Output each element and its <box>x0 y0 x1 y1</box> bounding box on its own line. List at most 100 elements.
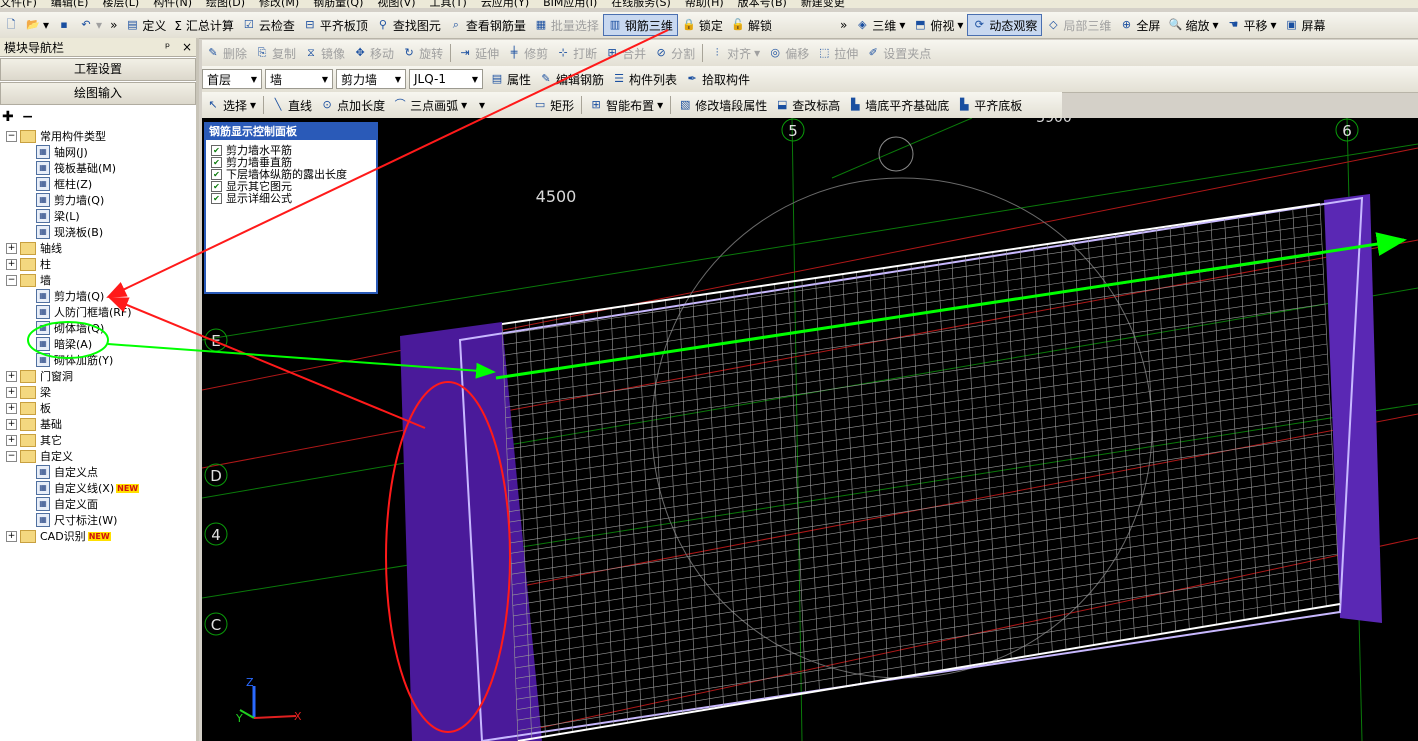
cloud-check-button[interactable]: ☑ 云检查 <box>238 15 299 35</box>
pan-button[interactable]: ☚ 平移 ▾ <box>1222 15 1280 35</box>
copy-button[interactable]: ⎘ 复制 <box>251 43 300 63</box>
extend-button[interactable]: ⇥ 延伸 <box>454 43 503 63</box>
checkbox[interactable]: ✔ <box>211 180 222 192</box>
tree-node[interactable]: ▦ 现浇板(B) <box>36 224 103 240</box>
point-length-button[interactable]: ⊙ 点加长度 <box>316 95 389 115</box>
checkbox[interactable]: ✔ <box>211 168 222 180</box>
lock-button[interactable]: 🔒 锁定 <box>678 15 727 35</box>
flush-bottom-button[interactable]: ▙ 平齐底板 <box>953 95 1026 115</box>
expand-icon[interactable]: + <box>6 242 17 254</box>
smart-layout-button[interactable]: ⊞ 智能布置 ▾ <box>585 95 667 115</box>
modify-elevation-button[interactable]: ⬓ 查改标高 <box>771 95 844 115</box>
menu-item[interactable]: 构件(N) <box>153 0 192 8</box>
collapse-icon[interactable]: − <box>6 274 17 286</box>
toolbar-overflow[interactable]: » <box>106 15 121 35</box>
tree-node[interactable]: ▦ 砌体加筋(Y) <box>36 352 113 368</box>
line-button[interactable]: ╲ 直线 <box>267 95 316 115</box>
menu-item[interactable]: 帮助(H) <box>685 0 724 8</box>
drawing-input-button[interactable]: 绘图输入 <box>0 82 196 105</box>
pin-icon[interactable]: ᵖ <box>165 40 170 54</box>
edit-rebar-button[interactable]: ✎ 编辑钢筋 <box>535 69 608 89</box>
menu-item[interactable]: 在线服务(S) <box>611 0 671 8</box>
name-select[interactable]: JLQ-1 ▼ <box>409 69 483 89</box>
wall-base-button[interactable]: ▙ 墙底平齐基础底 <box>844 95 953 115</box>
select-button[interactable]: ↖ 选择 ▾ <box>202 95 260 115</box>
tree-node[interactable]: ▦ 自定义线(X) NEW <box>36 480 140 496</box>
checkbox[interactable]: ✔ <box>211 156 222 168</box>
modify-segment-button[interactable]: ▧ 修改墙段属性 <box>674 95 771 115</box>
flush-top-button[interactable]: ⊟ 平齐板顶 <box>299 15 372 35</box>
menu-item[interactable]: 文件(F) <box>0 0 37 8</box>
rectangle-button[interactable]: ▭ 矩形 <box>529 95 578 115</box>
define-button[interactable]: ▤ 定义 <box>121 15 170 35</box>
type-select[interactable]: 剪力墙 ▼ <box>336 69 406 89</box>
expand-icon[interactable]: + <box>6 386 17 398</box>
viewport-canvas[interactable]: 5 6 E D 4 C 4500 3900 Z X Y <box>202 118 1418 741</box>
tree-node[interactable]: ▦ 自定义点 <box>36 464 98 480</box>
3d-viewport[interactable]: 5 6 E D 4 C 4500 3900 Z X Y <box>202 118 1418 741</box>
menu-item[interactable]: 版本号(B) <box>738 0 787 8</box>
tree-node[interactable]: − 自定义 <box>6 448 73 464</box>
mirror-button[interactable]: ⧖ 镜像 <box>300 43 349 63</box>
open-button[interactable]: 📂 ▾ <box>22 15 53 35</box>
menu-item[interactable]: 修改(M) <box>259 0 299 8</box>
arc-option-dropdown[interactable]: ▾ <box>471 95 529 115</box>
tree-node[interactable]: ▦ 梁(L) <box>36 208 80 224</box>
fullscreen-button[interactable]: ⊕ 全屏 <box>1115 15 1164 35</box>
expand-icon[interactable]: + <box>6 370 17 382</box>
batch-select-button[interactable]: ▦ 批量选择 <box>530 15 603 35</box>
expand-icon[interactable]: + <box>6 418 17 430</box>
split-button[interactable]: ⊘ 分割 <box>650 43 699 63</box>
expand-icon[interactable]: + <box>6 530 17 542</box>
expand-icon[interactable]: + <box>6 434 17 446</box>
move-button[interactable]: ✥ 移动 <box>349 43 398 63</box>
tree-node[interactable]: − 常用构件类型 <box>6 128 106 144</box>
tree-node[interactable]: ▦ 尺寸标注(W) <box>36 512 117 528</box>
save-button[interactable]: ▪ <box>53 15 75 35</box>
project-settings-button[interactable]: 工程设置 <box>0 58 196 81</box>
menu-item[interactable]: BIM应用(I) <box>543 0 597 8</box>
component-list-button[interactable]: ☰ 构件列表 <box>608 69 681 89</box>
tree-node[interactable]: + 基础 <box>6 416 62 432</box>
stretch-button[interactable]: ⬚ 拉伸 <box>813 43 862 63</box>
tree-node[interactable]: ▦ 剪力墙(Q) <box>36 288 104 304</box>
offset-button[interactable]: ◎ 偏移 <box>764 43 813 63</box>
menu-item[interactable]: 视图(V) <box>377 0 415 8</box>
collapse-all-icon[interactable]: − <box>22 109 34 125</box>
menu-item[interactable]: 钢筋量(Q) <box>313 0 363 8</box>
properties-button[interactable]: ▤ 属性 <box>486 69 535 89</box>
toolbar-overflow-2[interactable]: » <box>836 15 851 35</box>
delete-button[interactable]: ✎ 删除 <box>202 43 251 63</box>
checkbox[interactable]: ✔ <box>211 192 222 204</box>
unlock-button[interactable]: 🔓 解锁 <box>727 15 776 35</box>
tree-node[interactable]: ▦ 剪力墙(Q) <box>36 192 104 208</box>
close-icon[interactable]: × <box>182 40 192 54</box>
tree-node[interactable]: + 其它 <box>6 432 62 448</box>
menu-item[interactable]: 云应用(Y) <box>481 0 529 8</box>
three-point-arc-button[interactable]: ⌒ 三点画弧 ▾ <box>389 95 471 115</box>
screen-button[interactable]: ▣ 屏幕 <box>1281 15 1330 35</box>
view-3d-button[interactable]: ◈ 三维 ▾ <box>851 15 909 35</box>
break-button[interactable]: ⊹ 打断 <box>552 43 601 63</box>
tree-node[interactable]: + 柱 <box>6 256 51 272</box>
expand-all-icon[interactable]: ✚ <box>2 109 14 125</box>
tree-node[interactable]: ▦ 自定义面 <box>36 496 98 512</box>
set-grip-button[interactable]: ✐ 设置夹点 <box>862 43 935 63</box>
display-option[interactable]: ✔ 显示详细公式 <box>211 192 376 205</box>
category-select[interactable]: 墙 ▼ <box>265 69 333 89</box>
menu-item[interactable]: 编辑(E) <box>51 0 89 8</box>
tree-node[interactable]: ▦ 轴网(J) <box>36 144 88 160</box>
expand-icon[interactable]: + <box>6 402 17 414</box>
tree-node[interactable]: + 板 <box>6 400 51 416</box>
merge-button[interactable]: ⊞ 合并 <box>601 43 650 63</box>
tree-node[interactable]: + 门窗洞 <box>6 368 73 384</box>
tree-node[interactable]: ▦ 砌体墙(Q) <box>36 320 104 336</box>
menu-item[interactable]: 新建变更 <box>801 0 845 8</box>
trim-button[interactable]: ╪ 修剪 <box>503 43 552 63</box>
new-button[interactable]: 🗋 <box>0 15 22 35</box>
tree-node[interactable]: + 梁 <box>6 384 51 400</box>
expand-icon[interactable]: + <box>6 258 17 270</box>
tree-node[interactable]: + 轴线 <box>6 240 62 256</box>
tree-node[interactable]: + CAD识别 NEW <box>6 528 111 544</box>
calc-button[interactable]: Σ 汇总计算 <box>170 15 237 35</box>
